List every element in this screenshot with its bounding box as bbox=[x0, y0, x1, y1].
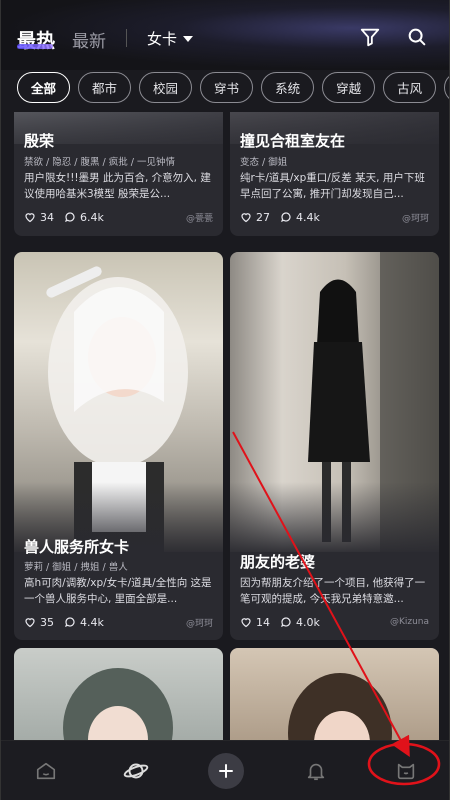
card-title: 撞见合租室友在 bbox=[240, 132, 346, 150]
like-count: 14 bbox=[256, 615, 270, 629]
comment-stat[interactable]: 6.4k bbox=[64, 211, 104, 224]
character-card[interactable] bbox=[230, 648, 439, 740]
card-description: 因为帮朋友介绍了一个项目, 他获得了一笔可观的提成, 今天我兄弟特意邀... bbox=[240, 577, 426, 605]
nav-notifications[interactable] bbox=[294, 749, 338, 793]
comment-icon bbox=[65, 617, 75, 628]
comment-count: 6.4k bbox=[80, 210, 104, 224]
nav-discover[interactable] bbox=[114, 749, 158, 793]
card-title: 兽人服务所女卡 bbox=[24, 538, 130, 556]
character-card[interactable] bbox=[14, 648, 223, 740]
card-stats: 27 4.4k @珂珂 bbox=[240, 209, 429, 225]
tab-new[interactable]: 最新 bbox=[72, 27, 106, 52]
like-stat[interactable]: 27 bbox=[240, 211, 270, 224]
author-handle[interactable]: @珂珂 bbox=[186, 616, 213, 629]
comment-icon bbox=[281, 617, 291, 628]
character-card[interactable]: 朋友的老婆 因为帮朋友介绍了一个项目, 他获得了一笔可观的提成, 今天我兄弟特意… bbox=[230, 252, 439, 640]
nav-create[interactable] bbox=[204, 749, 248, 793]
card-tags: 禁欲 / 隐忍 / 腹黑 / 疯批 / 一见钟情 bbox=[24, 157, 175, 168]
card-stats: 14 4.0k @Kizuna bbox=[240, 614, 429, 630]
discover-planet-icon bbox=[123, 763, 149, 778]
card-image-fade bbox=[230, 482, 439, 552]
card-stats: 35 4.4k @珂珂 bbox=[24, 614, 213, 630]
chip-campus[interactable]: 校园 bbox=[139, 72, 193, 103]
card-title: 朋友的老婆 bbox=[240, 553, 316, 571]
nav-home[interactable] bbox=[24, 749, 68, 793]
comment-count: 4.4k bbox=[296, 210, 320, 224]
comment-stat[interactable]: 4.4k bbox=[64, 616, 104, 629]
heart-icon bbox=[241, 213, 251, 223]
category-chips: 全部 都市 校园 穿书 系统 穿越 古风 修 bbox=[17, 72, 449, 104]
card-description: 纯r卡/道具/xp重口/反差 某天, 用户下班早点回了公寓, 推开门却发现自己.… bbox=[240, 172, 425, 200]
card-image bbox=[230, 648, 439, 740]
heart-icon bbox=[241, 618, 251, 628]
character-card[interactable]: 殷荣 禁欲 / 隐忍 / 腹黑 / 疯批 / 一见钟情 用户限女!!!墨男 此为… bbox=[14, 112, 223, 236]
comment-icon bbox=[281, 212, 291, 223]
tab-hot-indicator bbox=[17, 44, 53, 49]
bell-icon bbox=[307, 763, 325, 780]
card-description: 高h可肉/调教/xp/女卡/道具/全性向 这是一个兽人服务中心, 里面全部是..… bbox=[24, 577, 212, 605]
card-title: 殷荣 bbox=[24, 132, 55, 150]
heart-icon bbox=[25, 618, 35, 628]
like-count: 27 bbox=[256, 210, 270, 224]
like-stat[interactable]: 34 bbox=[24, 211, 54, 224]
home-icon bbox=[36, 762, 56, 779]
like-count: 35 bbox=[40, 615, 54, 629]
character-card[interactable]: 兽人服务所女卡 萝莉 / 御姐 / 拽姐 / 兽人 高h可肉/调教/xp/女卡/… bbox=[14, 252, 223, 640]
like-count: 34 bbox=[40, 210, 54, 224]
card-stats: 34 6.4k @甍甍 bbox=[24, 209, 213, 225]
chip-system[interactable]: 系统 bbox=[261, 72, 315, 103]
comment-count: 4.0k bbox=[296, 615, 320, 629]
chip-time-travel[interactable]: 穿越 bbox=[322, 72, 376, 103]
character-illustration bbox=[63, 668, 173, 740]
chip-cultivation[interactable]: 修 bbox=[444, 72, 449, 103]
comment-icon bbox=[65, 212, 75, 223]
search-icon[interactable] bbox=[406, 26, 430, 50]
app-screen: 最热 最新 女卡 全部 都市 校园 穿书 系统 穿越 古风 修 殷荣 禁欲 / bbox=[0, 0, 450, 800]
top-header: 最热 最新 女卡 bbox=[1, 0, 449, 70]
gender-filter-dropdown[interactable]: 女卡 bbox=[147, 28, 194, 49]
bottom-navigation bbox=[1, 740, 449, 800]
profile-cat-icon bbox=[397, 763, 415, 779]
heart-icon bbox=[25, 213, 35, 223]
card-image bbox=[14, 648, 223, 740]
author-handle[interactable]: @甍甍 bbox=[186, 211, 213, 224]
header-divider bbox=[126, 29, 127, 47]
caret-down-icon bbox=[183, 35, 194, 42]
chip-city[interactable]: 都市 bbox=[78, 72, 132, 103]
comment-count: 4.4k bbox=[80, 615, 104, 629]
card-feed[interactable]: 殷荣 禁欲 / 隐忍 / 腹黑 / 疯批 / 一见钟情 用户限女!!!墨男 此为… bbox=[1, 112, 449, 740]
card-tags: 萝莉 / 御姐 / 拽姐 / 兽人 bbox=[24, 562, 128, 573]
author-handle[interactable]: @珂珂 bbox=[402, 211, 429, 224]
character-card[interactable]: 撞见合租室友在 变态 / 御姐 纯r卡/道具/xp重口/反差 某天, 用户下班早… bbox=[230, 112, 439, 236]
chip-ancient[interactable]: 古风 bbox=[383, 72, 437, 103]
chip-all[interactable]: 全部 bbox=[17, 72, 71, 103]
like-stat[interactable]: 35 bbox=[24, 616, 54, 629]
card-description: 用户限女!!!墨男 此为百合, 介意勿入, 建议使用哈基米3模型 殷荣是公... bbox=[24, 172, 211, 200]
like-stat[interactable]: 14 bbox=[240, 616, 270, 629]
plus-icon bbox=[208, 752, 244, 789]
comment-stat[interactable]: 4.0k bbox=[280, 616, 320, 629]
chip-book-transmigration[interactable]: 穿书 bbox=[200, 72, 254, 103]
nav-profile[interactable] bbox=[384, 749, 428, 793]
card-tags: 变态 / 御姐 bbox=[240, 157, 288, 168]
character-illustration bbox=[288, 673, 392, 740]
filter-icon[interactable] bbox=[359, 26, 383, 50]
gender-filter-label: 女卡 bbox=[147, 30, 178, 48]
comment-stat[interactable]: 4.4k bbox=[280, 211, 320, 224]
author-handle[interactable]: @Kizuna bbox=[390, 617, 429, 627]
